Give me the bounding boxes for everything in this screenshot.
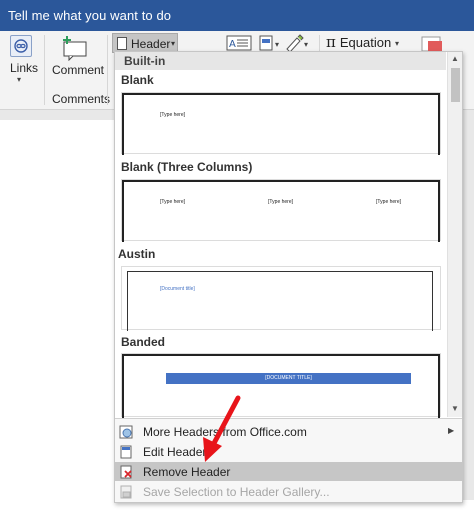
save-to-gallery-icon xyxy=(120,485,132,499)
template-placeholder: [Type here] xyxy=(376,199,402,205)
header-menu: More Headers from Office.com ▶ Edit Head… xyxy=(115,418,462,502)
section-header-built-in: Built-in xyxy=(115,52,446,70)
pi-icon: π xyxy=(326,33,336,51)
tell-me-search[interactable]: Tell me what you want to do xyxy=(8,8,171,23)
header-button[interactable]: Header ▾ xyxy=(112,33,178,53)
group-separator xyxy=(44,35,45,105)
austin-frame xyxy=(127,271,433,331)
document-area xyxy=(0,110,114,517)
thumb-border xyxy=(438,354,440,418)
header-template-austin[interactable]: [Document title] xyxy=(121,266,441,331)
menu-item-more-headers[interactable]: More Headers from Office.com ▶ xyxy=(115,422,462,441)
gallery-title-banded: Banded xyxy=(121,335,166,349)
chevron-down-icon[interactable]: ▾ xyxy=(395,39,399,48)
thumb-border xyxy=(438,180,440,242)
comment-button[interactable]: Comment xyxy=(52,63,104,77)
header-template-banded[interactable]: [DOCUMENT TITLE] xyxy=(121,353,441,418)
thumb-border xyxy=(122,180,124,242)
gallery-title-blank-three-columns: Blank (Three Columns) xyxy=(121,160,253,174)
gallery-title-blank: Blank xyxy=(121,73,154,87)
template-placeholder: [Type here] xyxy=(160,199,186,205)
links-dropdown-arrow-icon[interactable]: ▾ xyxy=(17,75,21,84)
thumb-border xyxy=(122,93,124,155)
gallery-title-austin: Austin xyxy=(118,247,156,261)
links-icon[interactable] xyxy=(10,35,32,57)
quick-parts-icon[interactable]: ▾ xyxy=(258,33,284,53)
equation-label: Equation xyxy=(339,35,392,50)
menu-item-label: Save Selection to Header Gallery... xyxy=(143,485,330,499)
remove-header-icon xyxy=(120,465,132,479)
thumb-border xyxy=(122,354,124,418)
thumb-border xyxy=(122,354,440,356)
title-bar: Tell me what you want to do xyxy=(0,0,474,31)
template-placeholder: [Document title] xyxy=(160,286,195,292)
svg-text:A: A xyxy=(229,39,236,50)
group-separator xyxy=(107,35,108,105)
thumb-border xyxy=(438,93,440,155)
new-comment-icon[interactable] xyxy=(60,35,90,62)
scroll-down-icon[interactable]: ▼ xyxy=(451,404,459,413)
thumb-border xyxy=(122,93,440,95)
links-button[interactable]: Links xyxy=(10,61,38,75)
svg-text:▾: ▾ xyxy=(304,40,308,49)
header-dropdown: Built-in ▲ ▼ Blank [Type here] Blank (Th… xyxy=(114,51,463,503)
chevron-down-icon: ▾ xyxy=(171,39,176,48)
banded-title-bar: [DOCUMENT TITLE] xyxy=(166,373,411,384)
office-globe-icon xyxy=(119,425,133,439)
menu-item-label: Remove Header xyxy=(143,465,231,479)
gallery-scrollbar[interactable]: ▲ ▼ xyxy=(447,52,462,417)
svg-text:▾: ▾ xyxy=(275,40,279,49)
scroll-thumb[interactable] xyxy=(451,68,460,102)
header-button-label: Header xyxy=(131,37,171,51)
template-placeholder: [DOCUMENT TITLE] xyxy=(265,375,312,381)
menu-item-save-selection[interactable]: Save Selection to Header Gallery... xyxy=(115,482,462,501)
document-margin xyxy=(0,110,114,120)
submenu-arrow-icon: ▶ xyxy=(448,426,455,435)
signature-line-icon[interactable]: ▾ xyxy=(284,33,310,53)
edit-header-icon xyxy=(120,445,132,459)
comments-group-label: Comments xyxy=(52,92,111,106)
menu-item-edit-header[interactable]: Edit Header xyxy=(115,442,462,461)
template-placeholder: [Type here] xyxy=(268,199,294,205)
built-in-label: Built-in xyxy=(124,54,166,68)
text-box-icon[interactable]: A xyxy=(226,33,252,53)
menu-item-remove-header[interactable]: Remove Header xyxy=(115,462,462,481)
header-template-blank[interactable]: [Type here] xyxy=(121,92,441,155)
template-placeholder: [Type here] xyxy=(160,112,186,118)
header-page-icon xyxy=(117,37,127,50)
scroll-up-icon[interactable]: ▲ xyxy=(451,54,459,63)
thumb-border xyxy=(122,180,440,182)
equation-button[interactable]: π Equation xyxy=(326,33,391,51)
menu-item-label: Edit Header xyxy=(143,445,207,459)
menu-item-label: More Headers from Office.com xyxy=(143,425,307,439)
document-margin xyxy=(462,110,474,517)
header-template-blank-three-columns[interactable]: [Type here] [Type here] [Type here] xyxy=(121,179,441,242)
